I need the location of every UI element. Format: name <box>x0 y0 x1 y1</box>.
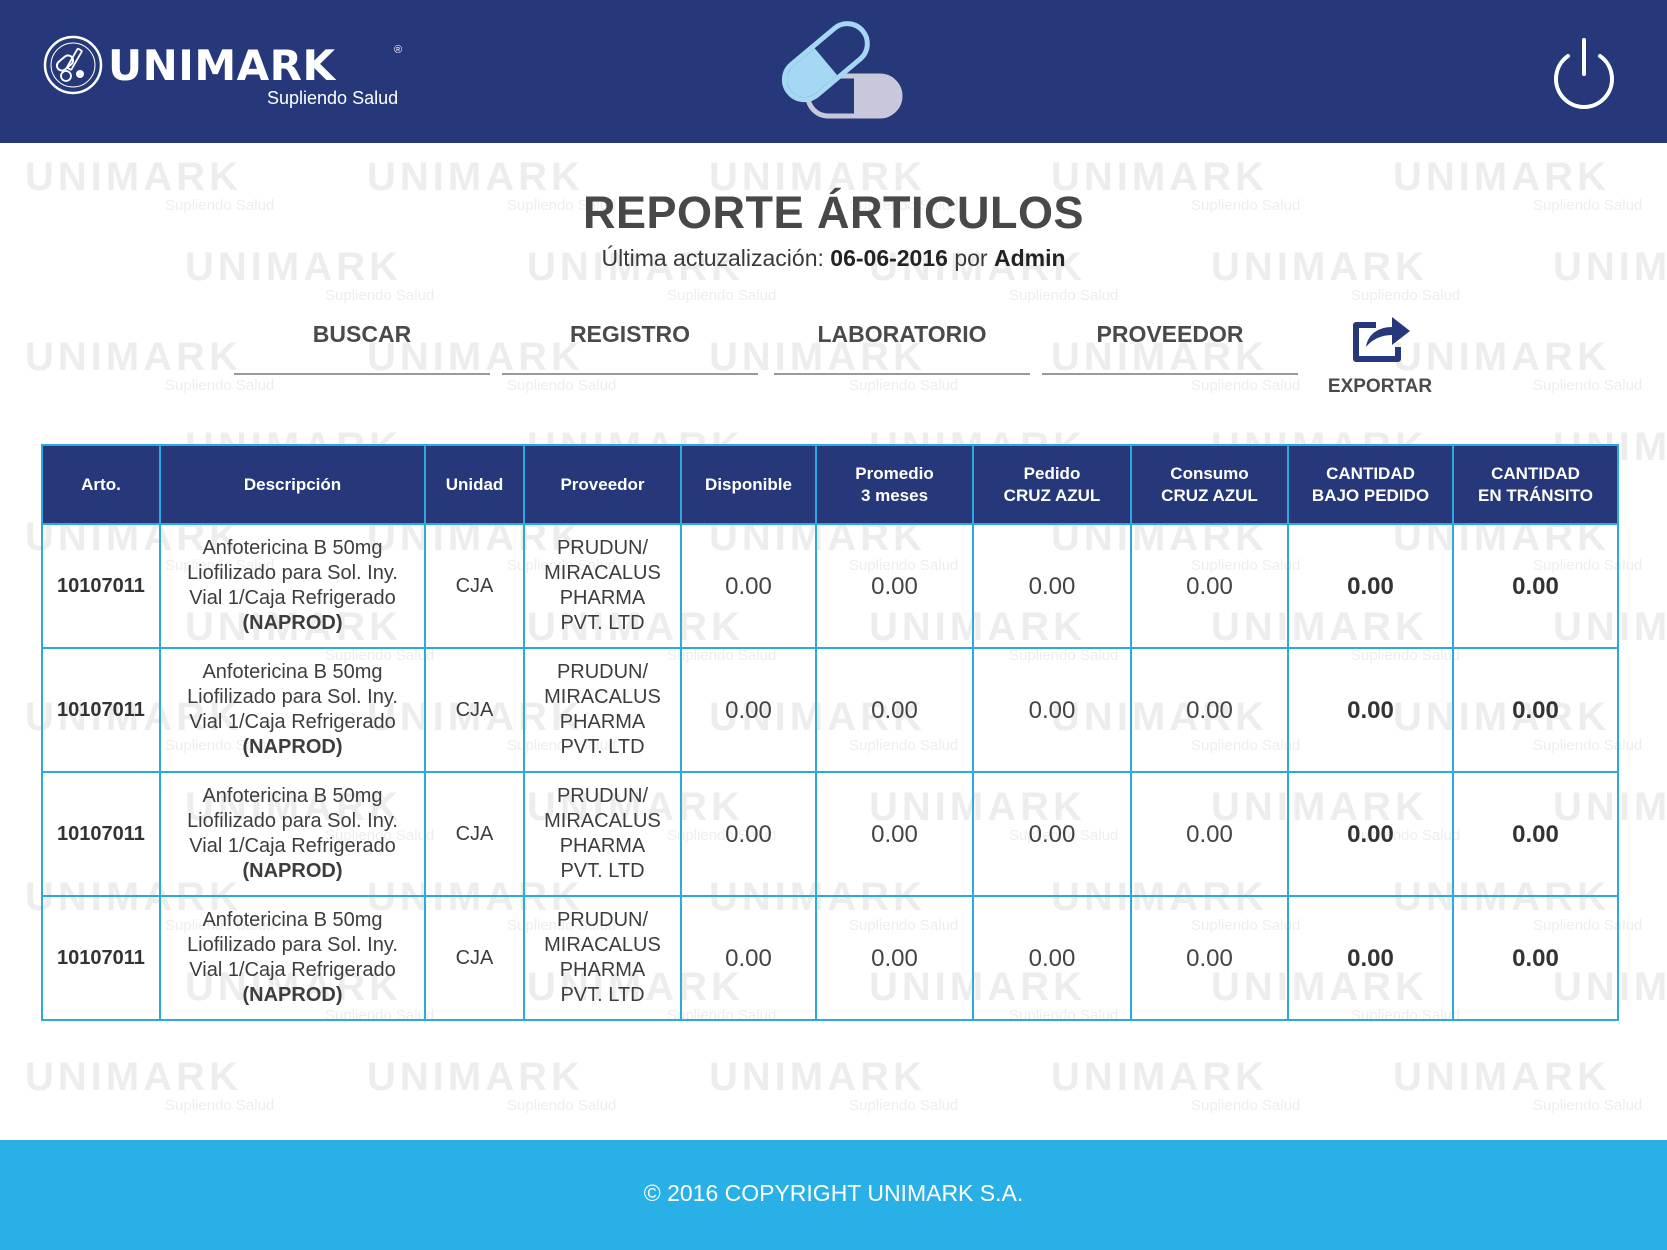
articles-table: Arto. Descripción Unidad Proveedor Disponibl… <box>41 444 1619 1021</box>
power-icon[interactable] <box>1548 36 1620 112</box>
column-header: Proveedor <box>523 444 682 525</box>
cell-qty-on-order: 0.00 <box>1287 647 1454 773</box>
cell-description: Anfotericina B 50mg Liofilizado para Sol… <box>159 895 426 1021</box>
cell-average-3-months: 0.00 <box>815 647 974 773</box>
cell-qty-in-transit: 0.00 <box>1452 895 1619 1021</box>
column-header: CANTIDAD EN TRÁNSITO <box>1452 444 1619 525</box>
cell-order-cruz-azul: 0.00 <box>972 771 1132 897</box>
brand-registered-mark: ® <box>394 44 403 56</box>
brand-logo: UNIMARK ® Supliendo Salud <box>42 34 422 114</box>
cell-average-3-months: 0.00 <box>815 771 974 897</box>
description-text: Anfotericina B 50mg Liofilizado para Sol… <box>187 785 398 857</box>
cell-order-cruz-azul: 0.00 <box>972 647 1132 773</box>
column-header: Unidad <box>424 444 525 525</box>
provider-input[interactable] <box>1042 345 1298 375</box>
brand-tagline: Supliendo Salud <box>267 88 399 108</box>
cell-available: 0.00 <box>680 647 817 773</box>
brand-name: UNIMARK <box>108 41 336 90</box>
cell-description: Anfotericina B 50mg Liofilizado para Sol… <box>159 771 426 897</box>
last-update-line: Última actuzalización: 06-06-2016 por Ad… <box>0 245 1667 272</box>
cell-consumption-cruz-azul: 0.00 <box>1130 647 1289 773</box>
cell-provider: PRUDUN/ MIRACALUS PHARMA PVT. LTD <box>523 771 682 897</box>
column-header: Consumo CRUZ AZUL <box>1130 444 1289 525</box>
filter-provider: PROVEEDOR <box>1042 315 1298 375</box>
main-content: REPORTE ÁRTICULOS Última actuzalización:… <box>0 143 1667 1140</box>
app-footer: © 2016 COPYRIGHT UNIMARK S.A. <box>0 1140 1667 1250</box>
column-header: Promedio 3 meses <box>815 444 974 525</box>
laboratory-input[interactable] <box>774 345 1030 375</box>
filter-registry-label: REGISTRO <box>569 321 691 347</box>
copyright-text: © 2016 COPYRIGHT UNIMARK S.A. <box>643 1180 1024 1206</box>
filter-search: BUSCAR <box>234 315 490 375</box>
filter-laboratory: LABORATORIO <box>774 315 1030 375</box>
page-title: REPORTE ÁRTICULOS <box>582 187 1085 238</box>
cell-arto: 10107011 <box>41 771 161 897</box>
last-update-prefix: Última actuzalización: <box>601 245 824 271</box>
export-button[interactable]: EXPORTAR <box>1322 313 1438 397</box>
cell-average-3-months: 0.00 <box>815 523 974 649</box>
cell-order-cruz-azul: 0.00 <box>972 523 1132 649</box>
table-row[interactable]: 10107011 Anfotericina B 50mg Liofilizado … <box>41 771 1619 897</box>
cell-consumption-cruz-azul: 0.00 <box>1130 895 1289 1021</box>
cell-description: Anfotericina B 50mg Liofilizado para Sol… <box>159 647 426 773</box>
cell-unit: CJA <box>424 895 525 1021</box>
last-update-date: 06-06-2016 <box>830 245 948 271</box>
cell-provider: PRUDUN/ MIRACALUS PHARMA PVT. LTD <box>523 647 682 773</box>
table-row[interactable]: 10107011 Anfotericina B 50mg Liofilizado … <box>41 895 1619 1021</box>
cell-available: 0.00 <box>680 771 817 897</box>
app-header: UNIMARK ® Supliendo Salud <box>0 0 1667 143</box>
description-text: Anfotericina B 50mg Liofilizado para Sol… <box>187 537 398 609</box>
cell-unit: CJA <box>424 771 525 897</box>
cell-description: Anfotericina B 50mg Liofilizado para Sol… <box>159 523 426 649</box>
filter-search-label: BUSCAR <box>312 321 412 347</box>
column-header: Pedido CRUZ AZUL <box>972 444 1132 525</box>
column-header: Disponible <box>680 444 817 525</box>
last-update-by: por <box>954 245 988 271</box>
filter-provider-label: PROVEEDOR <box>1096 321 1244 347</box>
cell-consumption-cruz-azul: 0.00 <box>1130 771 1289 897</box>
medicine-emblem-icon <box>43 35 103 95</box>
pill-capsule-icon <box>781 21 903 119</box>
cell-arto: 10107011 <box>41 895 161 1021</box>
cell-qty-in-transit: 0.00 <box>1452 771 1619 897</box>
cell-qty-in-transit: 0.00 <box>1452 647 1619 773</box>
description-text: Anfotericina B 50mg Liofilizado para Sol… <box>187 909 398 981</box>
cell-available: 0.00 <box>680 895 817 1021</box>
column-header: Descripción <box>159 444 426 525</box>
cell-provider: PRUDUN/ MIRACALUS PHARMA PVT. LTD <box>523 895 682 1021</box>
column-header: Arto. <box>41 444 161 525</box>
cell-arto: 10107011 <box>41 647 161 773</box>
cell-unit: CJA <box>424 523 525 649</box>
table-row[interactable]: 10107011 Anfotericina B 50mg Liofilizado … <box>41 523 1619 649</box>
table-body: 10107011 Anfotericina B 50mg Liofilizado … <box>41 523 1619 1021</box>
laboratory-tag: (NAPROD) <box>242 984 343 1006</box>
cell-consumption-cruz-azul: 0.00 <box>1130 523 1289 649</box>
laboratory-tag: (NAPROD) <box>242 612 343 634</box>
table-header: Arto. Descripción Unidad Proveedor Disponibl… <box>41 444 1619 525</box>
filter-laboratory-label: LABORATORIO <box>817 321 987 347</box>
cell-qty-on-order: 0.00 <box>1287 523 1454 649</box>
cell-provider: PRUDUN/ MIRACALUS PHARMA PVT. LTD <box>523 523 682 649</box>
cell-qty-on-order: 0.00 <box>1287 771 1454 897</box>
table-header-row: Arto. Descripción Unidad Proveedor Disponibl… <box>41 444 1619 525</box>
last-update-user: Admin <box>993 245 1066 271</box>
cell-unit: CJA <box>424 647 525 773</box>
laboratory-tag: (NAPROD) <box>242 860 343 882</box>
description-text: Anfotericina B 50mg Liofilizado para Sol… <box>187 661 398 733</box>
search-input[interactable] <box>234 345 490 375</box>
export-share-icon <box>1353 317 1410 362</box>
cell-arto: 10107011 <box>41 523 161 649</box>
column-header: CANTIDAD BAJO PEDIDO <box>1287 444 1454 525</box>
cell-qty-in-transit: 0.00 <box>1452 523 1619 649</box>
cell-order-cruz-azul: 0.00 <box>972 895 1132 1021</box>
cell-qty-on-order: 0.00 <box>1287 895 1454 1021</box>
export-label: EXPORTAR <box>1327 376 1433 397</box>
filter-registry: REGISTRO <box>502 315 758 375</box>
registry-input[interactable] <box>502 345 758 375</box>
cell-average-3-months: 0.00 <box>815 895 974 1021</box>
table-row[interactable]: 10107011 Anfotericina B 50mg Liofilizado … <box>41 647 1619 773</box>
cell-available: 0.00 <box>680 523 817 649</box>
laboratory-tag: (NAPROD) <box>242 736 343 758</box>
